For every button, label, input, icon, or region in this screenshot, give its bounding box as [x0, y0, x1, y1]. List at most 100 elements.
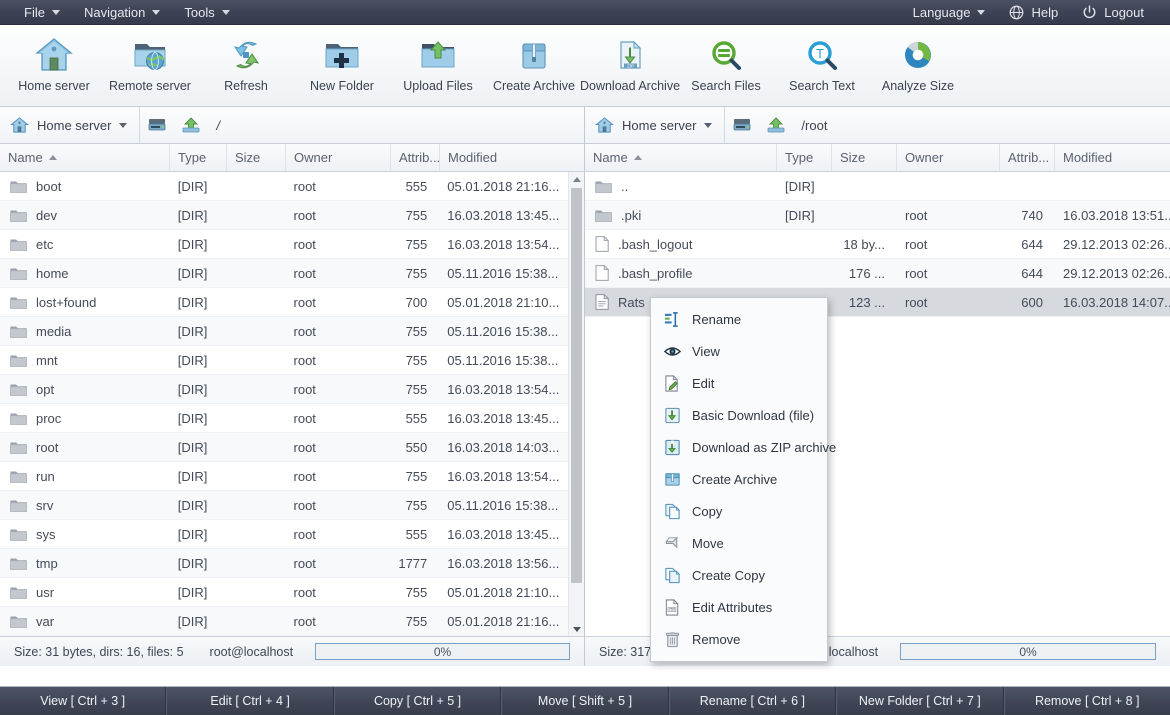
- table-row[interactable]: mnt [DIR] root 755 05.11.2016 15:38...: [0, 346, 584, 375]
- menu-file[interactable]: File: [12, 2, 72, 23]
- table-row[interactable]: sys [DIR] root 555 16.03.2018 13:45...: [0, 520, 584, 549]
- function-key-copy[interactable]: Copy [ Ctrl + 5 ]: [333, 687, 502, 715]
- table-row[interactable]: tmp [DIR] root 1777 16.03.2018 13:56...: [0, 549, 584, 578]
- table-row[interactable]: opt [DIR] root 755 16.03.2018 13:54...: [0, 375, 584, 404]
- toolbar-home-server[interactable]: Home server: [6, 25, 102, 103]
- table-row[interactable]: usr [DIR] root 755 05.01.2018 21:10...: [0, 578, 584, 607]
- file-name-label: lost+found: [36, 294, 97, 310]
- file-type-cell: [DIR]: [177, 497, 208, 513]
- menu-navigation[interactable]: Navigation: [72, 2, 172, 23]
- table-row[interactable]: boot [DIR] root 555 05.01.2018 21:16...: [0, 172, 584, 201]
- context-menu-item-copy[interactable]: Copy: [651, 495, 827, 527]
- file-name-label: etc: [36, 236, 54, 252]
- left-parent-dir-button[interactable]: [174, 107, 208, 143]
- toolbar-download-archive[interactable]: ZIP Download Archive: [580, 25, 680, 103]
- table-row[interactable]: proc [DIR] root 555 16.03.2018 13:45...: [0, 404, 584, 433]
- file-owner-cell: root: [905, 294, 928, 310]
- refresh-icon: [226, 34, 266, 76]
- table-row[interactable]: etc [DIR] root 755 16.03.2018 13:54...: [0, 230, 584, 259]
- toolbar-new-folder[interactable]: New Folder: [294, 25, 390, 103]
- table-row[interactable]: run [DIR] root 755 16.03.2018 13:54...: [0, 462, 584, 491]
- right-col-modified[interactable]: Modified: [1055, 144, 1170, 171]
- folder-icon: [10, 527, 27, 542]
- context-menu[interactable]: Rename View Edit Basic Download (file) Downl…: [650, 297, 836, 662]
- file-name-label: tmp: [36, 555, 58, 571]
- table-row[interactable]: .pki [DIR] root 740 16.03.2018 13:51...: [585, 201, 1170, 230]
- table-row[interactable]: srv [DIR] root 755 05.11.2016 15:38...: [0, 491, 584, 520]
- folder-icon: [10, 440, 27, 455]
- table-row[interactable]: .. [DIR]: [585, 172, 1170, 201]
- left-col-attrib[interactable]: Attrib...: [391, 144, 440, 171]
- menu-logout[interactable]: Logout: [1070, 2, 1156, 23]
- context-menu-item-basic-download-file[interactable]: Basic Download (file): [651, 399, 827, 431]
- left-col-modified[interactable]: Modified: [440, 144, 584, 171]
- right-col-size[interactable]: Size: [832, 144, 897, 171]
- toolbar-refresh[interactable]: Refresh: [198, 25, 294, 103]
- right-column-header: Name Type Size Owner Attrib... Modified: [585, 144, 1170, 172]
- toolbar-analyze-size[interactable]: Analyze Size: [870, 25, 966, 103]
- right-col-type[interactable]: Type: [777, 144, 832, 171]
- right-col-attrib-label: Attrib...: [1008, 150, 1050, 165]
- toolbar-remote-server[interactable]: Remote server: [102, 25, 198, 103]
- left-server-selector[interactable]: Home server: [0, 107, 141, 143]
- context-menu-item-label: Basic Download (file): [692, 407, 815, 423]
- context-menu-item-rename[interactable]: Rename: [651, 303, 827, 335]
- file-modified-cell: 16.03.2018 13:45...: [447, 207, 560, 223]
- table-row[interactable]: lost+found [DIR] root 700 05.01.2018 21:10..…: [0, 288, 584, 317]
- left-drive-button[interactable]: [140, 107, 174, 143]
- context-menu-item-edit[interactable]: Edit: [651, 367, 827, 399]
- context-menu-item-remove[interactable]: Remove: [651, 623, 827, 655]
- function-key-move[interactable]: Move [ Shift + 5 ]: [501, 687, 669, 715]
- right-col-attrib[interactable]: Attrib...: [1000, 144, 1055, 171]
- table-row[interactable]: var [DIR] root 755 05.01.2018 21:16...: [0, 607, 584, 636]
- table-row[interactable]: dev [DIR] root 755 16.03.2018 13:45...: [0, 201, 584, 230]
- toolbar-search-text[interactable]: T Search Text: [774, 25, 870, 103]
- left-col-size[interactable]: Size: [227, 144, 286, 171]
- menu-language[interactable]: Language: [901, 2, 998, 23]
- right-col-owner[interactable]: Owner: [897, 144, 1000, 171]
- table-row[interactable]: home [DIR] root 755 05.11.2016 15:38...: [0, 259, 584, 288]
- right-drive-button[interactable]: [725, 107, 759, 143]
- context-menu-item-view[interactable]: View: [651, 335, 827, 367]
- left-col-name-label: Name: [8, 150, 43, 165]
- table-row[interactable]: media [DIR] root 755 05.11.2016 15:38...: [0, 317, 584, 346]
- left-col-name[interactable]: Name: [0, 144, 170, 171]
- file-modified-cell: 05.01.2018 21:10...: [447, 584, 560, 600]
- file-name-cell: media: [0, 324, 170, 339]
- scroll-up-arrow-icon[interactable]: [569, 172, 584, 186]
- context-menu-item-create-copy[interactable]: Create Copy: [651, 559, 827, 591]
- toolbar-create-archive[interactable]: Create Archive: [486, 25, 582, 103]
- menu-help[interactable]: Help: [997, 2, 1070, 23]
- right-server-selector[interactable]: Home server: [585, 107, 726, 143]
- left-col-owner[interactable]: Owner: [286, 144, 391, 171]
- left-scroll-track[interactable]: [571, 186, 582, 622]
- function-key-view[interactable]: View [ Ctrl + 3 ]: [0, 687, 167, 715]
- left-vertical-scrollbar[interactable]: [568, 172, 584, 636]
- table-row[interactable]: .bash_logout 18 by... root 644 29.12.2013 02…: [585, 230, 1170, 259]
- right-col-name[interactable]: Name: [585, 144, 777, 171]
- left-file-list[interactable]: boot [DIR] root 555 05.01.2018 21:16... dev [D…: [0, 172, 584, 636]
- function-key-new[interactable]: New Folder [ Ctrl + 7 ]: [836, 687, 1004, 715]
- right-path-text[interactable]: /root: [793, 118, 827, 133]
- toolbar-search-files[interactable]: Search Files: [678, 25, 774, 103]
- table-row[interactable]: .bash_profile 176 ... root 644 29.12.2013 02…: [585, 259, 1170, 288]
- folder-icon: [10, 382, 27, 397]
- left-path-text[interactable]: /: [208, 118, 220, 133]
- context-menu-item-create-archive[interactable]: Create Archive: [651, 463, 827, 495]
- table-row[interactable]: root [DIR] root 550 16.03.2018 14:03...: [0, 433, 584, 462]
- menu-tools[interactable]: Tools: [172, 2, 241, 23]
- context-menu-item-move[interactable]: Move: [651, 527, 827, 559]
- file-attrib-cell: 755: [405, 323, 428, 339]
- toolbar-upload-files[interactable]: Upload Files: [390, 25, 486, 103]
- context-menu-item-download-as-zip-archive[interactable]: Download as ZIP archive: [651, 431, 836, 463]
- left-scroll-thumb[interactable]: [571, 188, 582, 583]
- right-parent-dir-button[interactable]: [759, 107, 793, 143]
- function-key-rename[interactable]: Rename [ Ctrl + 6 ]: [668, 687, 837, 715]
- left-col-type[interactable]: Type: [170, 144, 227, 171]
- context-menu-item-edit-attributes[interactable]: 755 Edit Attributes: [651, 591, 827, 623]
- scroll-down-arrow-icon[interactable]: [569, 622, 584, 636]
- function-key-edit[interactable]: Edit [ Ctrl + 4 ]: [166, 687, 334, 715]
- file-name-cell: sys: [0, 527, 170, 542]
- function-key-label: View [ Ctrl + 3 ]: [40, 694, 126, 708]
- function-key-remove[interactable]: Remove [ Ctrl + 8 ]: [1003, 687, 1170, 715]
